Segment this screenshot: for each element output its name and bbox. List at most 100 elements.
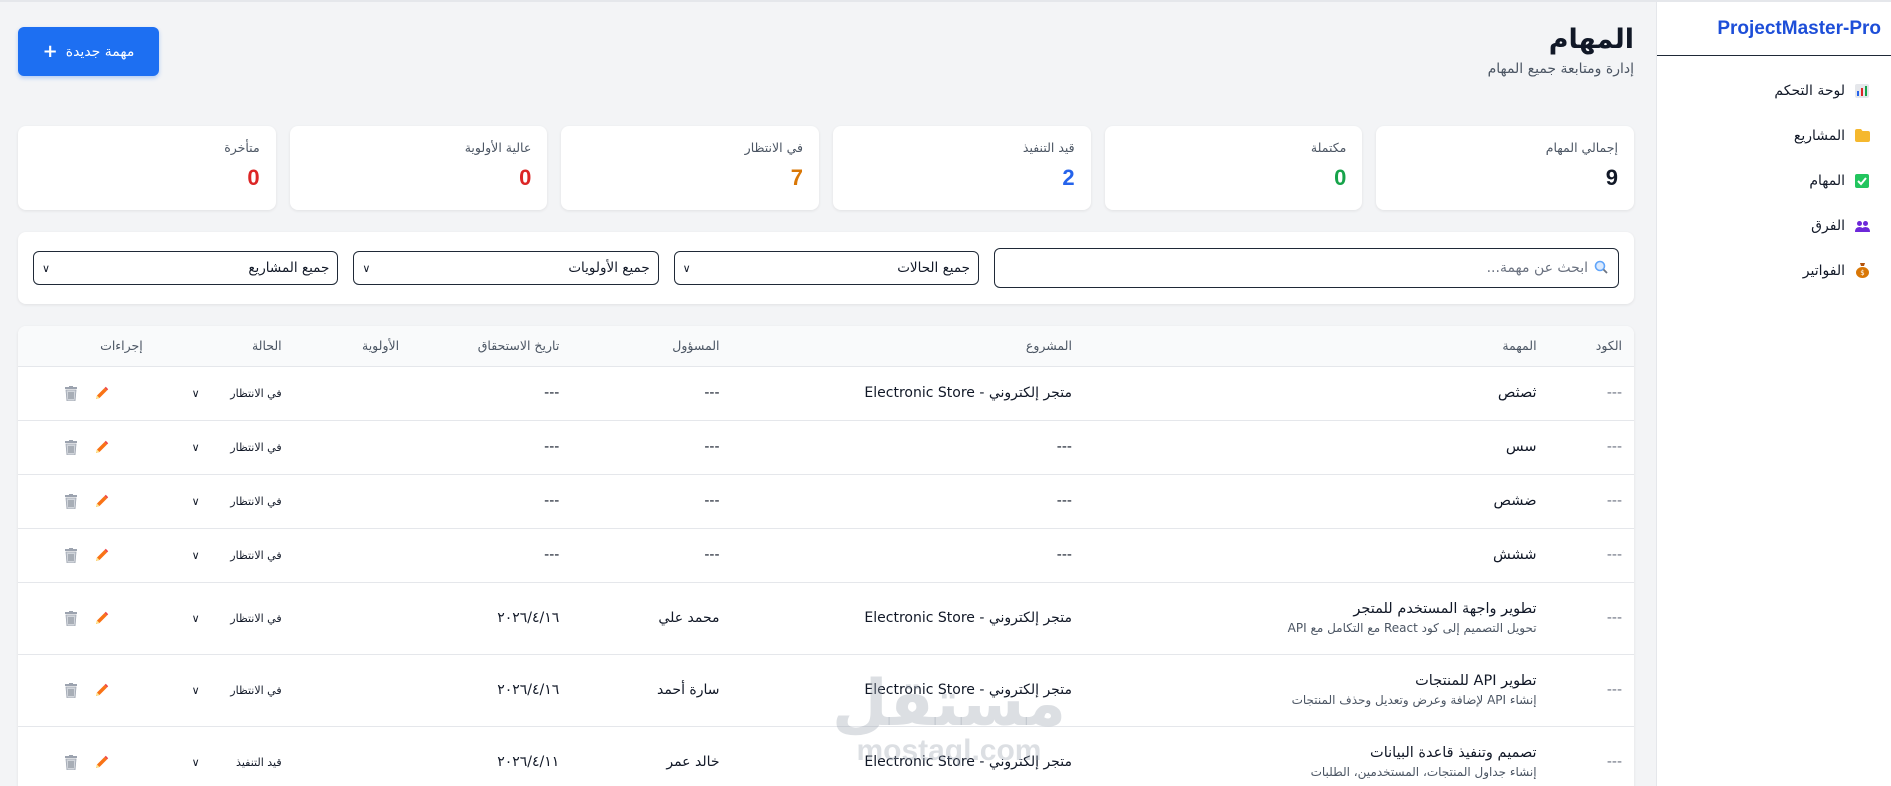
task-status-select[interactable]: في الانتظار ∨ (192, 684, 282, 697)
task-actions (18, 365, 155, 420)
task-project: متجر إلكتروني - Electronic Store (731, 653, 1084, 726)
new-task-button[interactable]: مهمة جديدة + (18, 27, 159, 76)
task-title[interactable]: تصميم وتنفيذ قاعدة البيانات (1096, 745, 1537, 761)
task-code: --- (1548, 581, 1634, 654)
task-status-select[interactable]: في الانتظار ∨ (192, 495, 282, 508)
stat-card-completed: مكتملة 0 (1104, 126, 1363, 210)
task-title[interactable]: ششش (1096, 547, 1537, 563)
search-box[interactable] (994, 248, 1619, 288)
task-status-select[interactable]: في الانتظار ∨ (192, 612, 282, 625)
column-header-task[interactable]: المهمة (1084, 326, 1549, 366)
stat-label: إجمالي المهام (1545, 140, 1618, 155)
stats-row: إجمالي المهام 9 مكتملة 0 قيد التنفيذ 2 ف… (17, 126, 1634, 210)
priority-filter-value: جميع الأولويات (568, 260, 650, 276)
priority-filter-select[interactable]: جميع الأولويات ∨ (353, 251, 659, 285)
edit-pencil-icon[interactable] (92, 492, 110, 510)
sidebar-item-tasks[interactable]: المهام (1657, 158, 1891, 203)
task-status-select[interactable]: في الانتظار ∨ (192, 387, 282, 400)
people-icon (1853, 217, 1871, 235)
edit-pencil-icon[interactable] (92, 609, 110, 627)
chevron-down-icon: ∨ (191, 549, 200, 562)
delete-trash-icon[interactable] (62, 438, 80, 456)
task-title[interactable]: سس (1096, 439, 1537, 455)
column-header-project[interactable]: المشروع (732, 326, 1084, 366)
table-row[interactable]: --- ششش --- --- --- في الانتظار ∨ (18, 527, 1634, 582)
task-description: إنشاء جداول المنتجات، المستخدمين، الطلبا… (1310, 765, 1537, 780)
chevron-down-icon: ∨ (191, 387, 200, 400)
sidebar-item-label: الفواتير (1802, 262, 1845, 279)
edit-pencil-icon[interactable] (92, 753, 110, 771)
sidebar-item-teams[interactable]: الفرق (1657, 203, 1891, 248)
column-header-priority[interactable]: الأولوية (294, 326, 411, 366)
task-description: إنشاء API لإضافة وعرض وتعديل وحذف المنتج… (1291, 693, 1537, 707)
sidebar-item-projects[interactable]: المشاريع (1657, 113, 1891, 158)
column-header-status[interactable]: الحالة (155, 326, 294, 366)
delete-trash-icon[interactable] (62, 492, 80, 510)
stat-card-high-priority: عالية الأولوية 0 (289, 126, 548, 210)
task-actions (18, 473, 155, 528)
task-assignee: --- (571, 419, 732, 474)
sidebar-item-label: الفرق (1811, 217, 1845, 234)
task-assignee: سارة أحمد (571, 653, 732, 726)
chevron-down-icon: ∨ (191, 495, 200, 508)
column-header-assignee[interactable]: المسؤول (571, 326, 731, 366)
table-row[interactable]: --- ثصثص متجر إلكتروني - Electronic Store -… (18, 365, 1634, 420)
table-row[interactable]: --- تطوير API للمنتجات إنشاء API لإضافة وع… (18, 653, 1634, 726)
task-status-cell: في الانتظار ∨ (154, 581, 294, 654)
table-row[interactable]: --- تطوير واجهة المستخدم للمتجر تحويل التص… (18, 581, 1634, 654)
edit-pencil-icon[interactable] (92, 384, 110, 402)
delete-trash-icon[interactable] (62, 753, 80, 771)
task-cell: ضشص (1083, 473, 1549, 528)
task-due-date: ٢٠٢٦/٤/١٦ (411, 653, 572, 726)
task-title[interactable]: ثصثص (1096, 385, 1537, 401)
column-header-due-date[interactable]: تاريخ الاستحقاق (411, 326, 571, 366)
stat-card-pending: في الانتظار 7 (561, 126, 819, 210)
task-status-select[interactable]: في الانتظار ∨ (192, 441, 282, 454)
bar-chart-icon (1853, 82, 1871, 100)
task-title[interactable]: تطوير واجهة المستخدم للمتجر (1096, 601, 1536, 617)
brand-logo[interactable]: ProjectMaster-Pro (1657, 2, 1891, 56)
column-header-code[interactable]: الكود (1549, 326, 1634, 366)
edit-pencil-icon[interactable] (92, 546, 110, 564)
task-actions (18, 653, 155, 726)
task-title[interactable]: ضشص (1096, 493, 1537, 509)
task-actions (18, 527, 155, 582)
sidebar-item-invoices[interactable]: $ الفواتير (1657, 248, 1891, 293)
table-row[interactable]: --- تصميم وتنفيذ قاعدة البيانات إنشاء جداو… (18, 725, 1634, 786)
status-filter-select[interactable]: جميع الحالات ∨ (673, 251, 979, 285)
delete-trash-icon[interactable] (62, 681, 80, 699)
task-status-cell: في الانتظار ∨ (154, 419, 294, 474)
edit-pencil-icon[interactable] (92, 438, 110, 456)
task-status-select[interactable]: في الانتظار ∨ (192, 549, 282, 562)
project-filter-select[interactable]: جميع المشاريع ∨ (33, 251, 339, 285)
search-input[interactable] (1005, 260, 1588, 276)
delete-trash-icon[interactable] (62, 546, 80, 564)
sidebar-item-label: المشاريع (1793, 127, 1845, 144)
folder-icon (1853, 127, 1871, 145)
project-filter-value: جميع المشاريع (248, 260, 330, 276)
stat-card-in-progress: قيد التنفيذ 2 (832, 126, 1091, 210)
task-status-cell: في الانتظار ∨ (154, 527, 294, 582)
sidebar-nav: لوحة التحكم المشاريع المهام الفرق $ الفو… (1657, 56, 1891, 293)
page-title: المهام (1548, 24, 1634, 55)
task-assignee: محمد علي (571, 581, 732, 654)
sidebar-item-dashboard[interactable]: لوحة التحكم (1657, 68, 1891, 113)
table-row[interactable]: --- سس --- --- --- في الانتظار ∨ (18, 419, 1634, 474)
page-heading: المهام إدارة ومتابعة جميع المهام (1488, 24, 1634, 77)
stat-card-total: إجمالي المهام 9 (1376, 126, 1634, 210)
task-project: --- (731, 473, 1084, 528)
task-actions (18, 581, 155, 654)
edit-pencil-icon[interactable] (92, 681, 110, 699)
delete-trash-icon[interactable] (62, 609, 80, 627)
task-project: --- (731, 419, 1084, 474)
chevron-down-icon: ∨ (42, 261, 51, 275)
delete-trash-icon[interactable] (62, 384, 80, 402)
money-bag-icon: $ (1853, 262, 1871, 280)
task-status-select[interactable]: قيد التنفيذ ∨ (192, 756, 282, 769)
table-row[interactable]: --- ضشص --- --- --- في الانتظار ∨ (18, 473, 1634, 528)
app-root: ProjectMaster-Pro لوحة التحكم المشاريع ا… (0, 0, 1891, 786)
task-status-value: في الانتظار (230, 495, 282, 508)
task-title[interactable]: تطوير API للمنتجات (1096, 673, 1536, 689)
stat-label: متأخرة (224, 140, 260, 155)
task-project: --- (731, 527, 1084, 582)
